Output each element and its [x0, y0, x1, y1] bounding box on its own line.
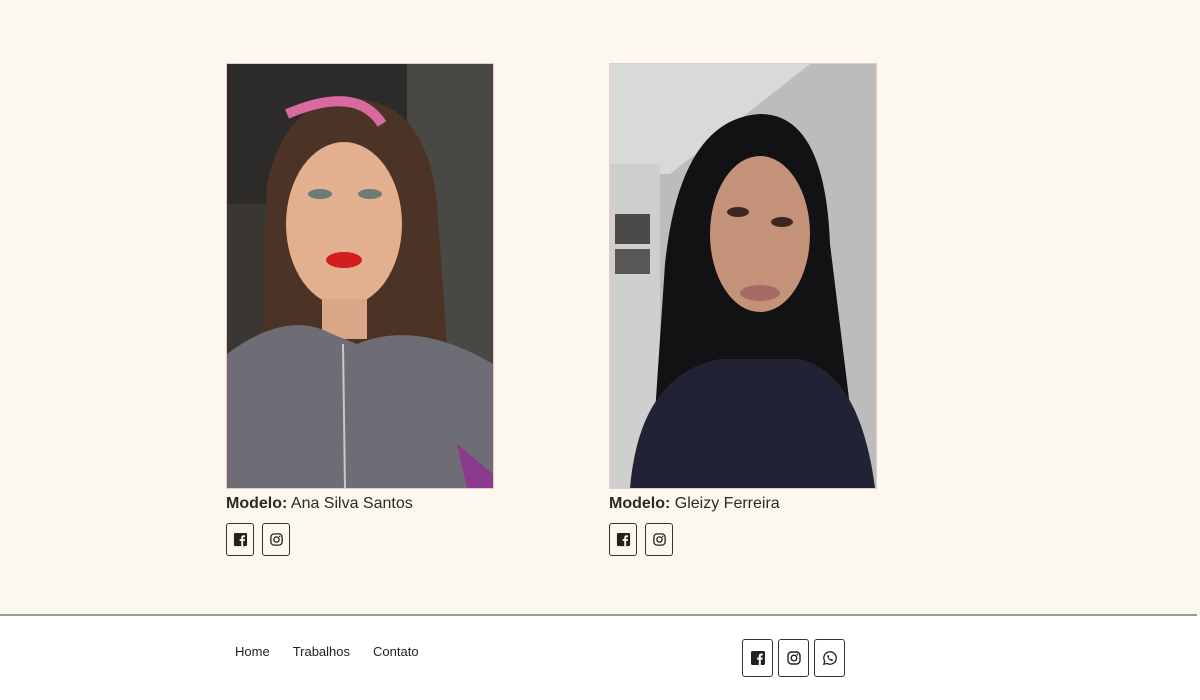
footer-nav-home[interactable]: Home	[235, 644, 270, 659]
facebook-icon	[750, 651, 765, 665]
footer-whatsapp-button[interactable]	[814, 639, 845, 677]
model-caption-label: Modelo:	[226, 495, 288, 512]
whatsapp-icon	[822, 651, 837, 666]
footer-nav-contato[interactable]: Contato	[373, 644, 419, 659]
model-caption: Modelo: Gleizy Ferreira	[609, 494, 877, 514]
instagram-button[interactable]	[262, 523, 290, 556]
facebook-button[interactable]	[609, 523, 637, 556]
model-name: Ana Silva Santos	[290, 495, 413, 512]
model-name: Gleizy Ferreira	[674, 495, 780, 512]
facebook-icon	[616, 532, 630, 547]
instagram-icon	[652, 533, 666, 546]
footer-social-links	[742, 639, 845, 677]
instagram-icon	[269, 533, 283, 546]
model-photo[interactable]	[226, 63, 494, 489]
model-photo-image	[227, 64, 493, 488]
model-caption: Modelo: Ana Silva Santos	[226, 494, 494, 514]
model-card: Modelo: Gleizy Ferreira	[609, 63, 877, 556]
facebook-icon	[233, 532, 247, 547]
facebook-button[interactable]	[226, 523, 254, 556]
model-social-links	[226, 523, 494, 556]
model-photo[interactable]	[609, 63, 877, 489]
model-social-links	[609, 523, 877, 556]
instagram-button[interactable]	[645, 523, 673, 556]
model-photo-image	[610, 64, 876, 488]
instagram-icon	[786, 651, 801, 665]
footer-instagram-button[interactable]	[778, 639, 809, 677]
gallery-section: Modelo: Ana Silva Santos Modelo: Gleizy …	[0, 0, 1200, 615]
model-card: Modelo: Ana Silva Santos	[226, 63, 494, 556]
footer: Home Trabalhos Contato	[0, 616, 1200, 700]
footer-nav-trabalhos[interactable]: Trabalhos	[293, 644, 350, 659]
footer-facebook-button[interactable]	[742, 639, 773, 677]
model-caption-label: Modelo:	[609, 495, 671, 512]
footer-nav: Home Trabalhos Contato	[235, 644, 419, 659]
